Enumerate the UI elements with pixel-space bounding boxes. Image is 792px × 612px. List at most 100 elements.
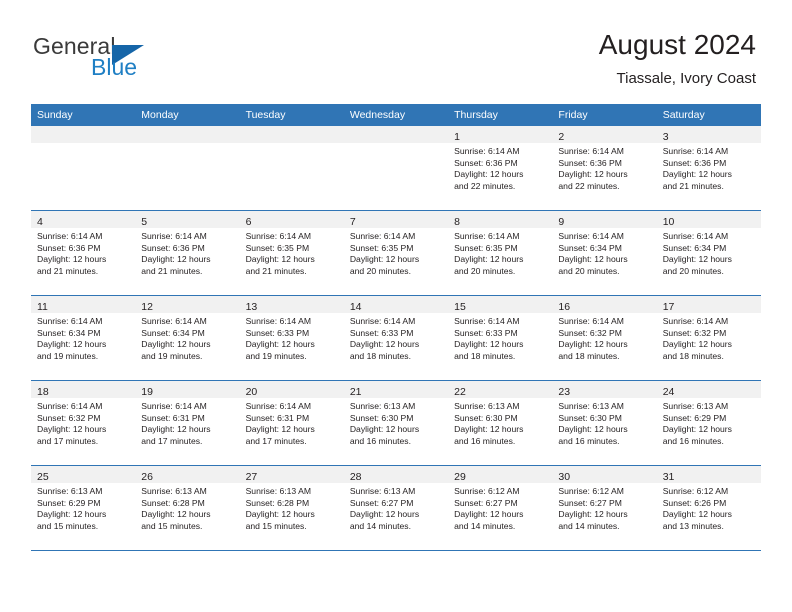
calendar-day-cell[interactable]: 9 Sunrise: 6:14 AM Sunset: 6:34 PM Daylight… bbox=[552, 210, 657, 296]
day-details: Sunrise: 6:14 AM Sunset: 6:34 PM Daylight:… bbox=[552, 228, 656, 277]
day-details: Sunrise: 6:12 AM Sunset: 6:26 PM Daylight:… bbox=[657, 483, 761, 532]
daylight-text-line2: and 13 minutes. bbox=[662, 520, 724, 531]
calendar-day-cell[interactable]: 24 Sunrise: 6:13 AM Sunset: 6:29 PM Dayligh… bbox=[656, 380, 761, 466]
day-cell: 21 Sunrise: 6:13 AM Sunset: 6:30 PM Dayligh… bbox=[343, 381, 449, 465]
daylight-text-line2: and 22 minutes. bbox=[558, 180, 620, 191]
page-header: General Blue August 2024 Tiassale, Ivory… bbox=[0, 0, 792, 100]
calendar-day-cell[interactable]: 12 Sunrise: 6:14 AM Sunset: 6:34 PM Dayligh… bbox=[135, 295, 240, 381]
calendar-day-cell[interactable]: 15 Sunrise: 6:14 AM Sunset: 6:33 PM Dayligh… bbox=[448, 295, 553, 381]
day-cell: 2 Sunrise: 6:14 AM Sunset: 6:36 PM Daylight… bbox=[552, 126, 657, 210]
weekday-header-friday: Friday bbox=[552, 104, 657, 126]
sunrise-text: Sunrise: 6:14 AM bbox=[141, 316, 207, 326]
sunrise-text: Sunrise: 6:14 AM bbox=[349, 316, 416, 326]
day-number-band: 22 bbox=[448, 381, 553, 398]
day-cell: 30 Sunrise: 6:12 AM Sunset: 6:27 PM Dayligh… bbox=[552, 466, 657, 550]
day-number-band: 12 bbox=[135, 296, 240, 313]
daylight-text-line1: Daylight: 12 hours bbox=[454, 169, 524, 180]
calendar-day-cell[interactable]: 1 Sunrise: 6:14 AM Sunset: 6:36 PM Daylight… bbox=[448, 126, 553, 211]
calendar-day-cell[interactable]: 8 Sunrise: 6:14 AM Sunset: 6:35 PM Daylight… bbox=[448, 210, 553, 296]
day-details: Sunrise: 6:13 AM Sunset: 6:30 PM Daylight:… bbox=[448, 398, 552, 447]
day-cell: 24 Sunrise: 6:13 AM Sunset: 6:29 PM Dayligh… bbox=[656, 381, 761, 465]
calendar-day-cell[interactable]: 7 Sunrise: 6:14 AM Sunset: 6:35 PM Daylight… bbox=[343, 210, 449, 296]
sunrise-text: Sunrise: 6:14 AM bbox=[37, 401, 103, 411]
calendar-day-cell[interactable]: 14 Sunrise: 6:14 AM Sunset: 6:33 PM Dayligh… bbox=[343, 295, 449, 381]
calendar-day-cell[interactable]: 10 Sunrise: 6:14 AM Sunset: 6:34 PM Dayligh… bbox=[656, 210, 761, 296]
daylight-text-line1: Daylight: 12 hours bbox=[454, 509, 524, 520]
calendar-day-cell[interactable]: 4 Sunrise: 6:14 AM Sunset: 6:36 PM Daylight… bbox=[31, 210, 136, 296]
sunset-text: Sunset: 6:33 PM bbox=[245, 327, 310, 338]
weekday-header-thursday: Thursday bbox=[448, 104, 553, 126]
daylight-text-line1: Daylight: 12 hours bbox=[454, 424, 524, 435]
calendar-day-cell[interactable]: 2 Sunrise: 6:14 AM Sunset: 6:36 PM Daylight… bbox=[552, 126, 657, 211]
general-blue-logo[interactable]: General Blue bbox=[33, 33, 213, 85]
calendar-day-cell[interactable]: 3 Sunrise: 6:14 AM Sunset: 6:36 PM Daylight… bbox=[656, 126, 761, 211]
day-details: Sunrise: 6:13 AM Sunset: 6:28 PM Daylight:… bbox=[240, 483, 344, 532]
daylight-text-line2: and 16 minutes. bbox=[558, 435, 620, 446]
sunrise-text: Sunrise: 6:13 AM bbox=[349, 486, 416, 496]
calendar-day-cell[interactable]: 11 Sunrise: 6:14 AM Sunset: 6:34 PM Dayligh… bbox=[31, 295, 136, 381]
calendar-day-cell[interactable]: 27 Sunrise: 6:13 AM Sunset: 6:28 PM Dayligh… bbox=[239, 465, 344, 551]
sunset-text: Sunset: 6:27 PM bbox=[349, 497, 414, 508]
calendar-day-cell[interactable]: 29 Sunrise: 6:12 AM Sunset: 6:27 PM Dayligh… bbox=[448, 465, 553, 551]
calendar-day-cell[interactable]: 19 Sunrise: 6:14 AM Sunset: 6:31 PM Dayligh… bbox=[135, 380, 240, 466]
day-details: Sunrise: 6:14 AM Sunset: 6:35 PM Daylight:… bbox=[448, 228, 552, 277]
daylight-text-line1: Daylight: 12 hours bbox=[37, 254, 107, 265]
calendar-day-cell[interactable]: 22 Sunrise: 6:13 AM Sunset: 6:30 PM Dayligh… bbox=[448, 380, 553, 466]
calendar-day-cell[interactable]: 25 Sunrise: 6:13 AM Sunset: 6:29 PM Dayligh… bbox=[31, 465, 136, 551]
calendar-day-cell[interactable]: 30 Sunrise: 6:12 AM Sunset: 6:27 PM Dayligh… bbox=[552, 465, 657, 551]
calendar-day-cell[interactable]: 26 Sunrise: 6:13 AM Sunset: 6:28 PM Dayligh… bbox=[135, 465, 240, 551]
daylight-text-line1: Daylight: 12 hours bbox=[37, 509, 107, 520]
calendar-day-cell[interactable]: 31 Sunrise: 6:12 AM Sunset: 6:26 PM Dayligh… bbox=[656, 465, 761, 551]
day-cell: 28 Sunrise: 6:13 AM Sunset: 6:27 PM Dayligh… bbox=[343, 466, 449, 550]
day-details: Sunrise: 6:12 AM Sunset: 6:27 PM Daylight:… bbox=[448, 483, 552, 532]
day-cell: 8 Sunrise: 6:14 AM Sunset: 6:35 PM Daylight… bbox=[448, 211, 553, 295]
day-number: 27 bbox=[245, 471, 258, 483]
sunrise-text: Sunrise: 6:14 AM bbox=[245, 316, 312, 326]
sunset-text: Sunset: 6:31 PM bbox=[141, 412, 205, 423]
daylight-text-line2: and 20 minutes. bbox=[454, 265, 516, 276]
sunset-text: Sunset: 6:33 PM bbox=[349, 327, 414, 338]
day-number-band: 4 bbox=[31, 211, 136, 228]
day-number-band: 2 bbox=[552, 126, 657, 143]
calendar-day-cell[interactable]: 17 Sunrise: 6:14 AM Sunset: 6:32 PM Dayligh… bbox=[656, 295, 761, 381]
calendar-header-row: Sunday Monday Tuesday Wednesday Thursday… bbox=[31, 104, 761, 126]
daylight-text-line1: Daylight: 12 hours bbox=[245, 339, 315, 350]
sunrise-text: Sunrise: 6:13 AM bbox=[245, 486, 312, 496]
daylight-text-line1: Daylight: 12 hours bbox=[558, 254, 628, 265]
calendar-day-cell[interactable]: 23 Sunrise: 6:13 AM Sunset: 6:30 PM Dayligh… bbox=[552, 380, 657, 466]
calendar-day-cell[interactable]: 5 Sunrise: 6:14 AM Sunset: 6:36 PM Daylight… bbox=[135, 210, 240, 296]
calendar-day-cell[interactable]: 13 Sunrise: 6:14 AM Sunset: 6:33 PM Dayligh… bbox=[239, 295, 344, 381]
day-number-band: 13 bbox=[239, 296, 344, 313]
sunrise-text: Sunrise: 6:12 AM bbox=[558, 486, 624, 496]
calendar-day-cell[interactable]: 28 Sunrise: 6:13 AM Sunset: 6:27 PM Dayligh… bbox=[343, 465, 449, 551]
day-number: 12 bbox=[141, 301, 153, 313]
day-number: 31 bbox=[662, 471, 675, 483]
calendar-day-cell[interactable]: 18 Sunrise: 6:14 AM Sunset: 6:32 PM Dayligh… bbox=[31, 380, 136, 466]
day-details: Sunrise: 6:14 AM Sunset: 6:31 PM Daylight:… bbox=[240, 398, 344, 447]
sunset-text: Sunset: 6:34 PM bbox=[662, 242, 727, 253]
daylight-text-line1: Daylight: 12 hours bbox=[245, 424, 315, 435]
calendar-body: 1 Sunrise: 6:14 AM Sunset: 6:36 PM Daylight… bbox=[31, 126, 761, 551]
day-number-band: 3 bbox=[656, 126, 761, 143]
day-details: Sunrise: 6:14 AM Sunset: 6:36 PM Daylight:… bbox=[31, 228, 135, 277]
calendar-day-cell[interactable]: 20 Sunrise: 6:14 AM Sunset: 6:31 PM Dayligh… bbox=[239, 380, 344, 466]
sunrise-text: Sunrise: 6:13 AM bbox=[558, 401, 624, 411]
day-number-band: 24 bbox=[656, 381, 761, 398]
day-cell: 25 Sunrise: 6:13 AM Sunset: 6:29 PM Dayligh… bbox=[31, 466, 136, 550]
day-number: 19 bbox=[141, 386, 153, 398]
calendar-day-cell[interactable]: 16 Sunrise: 6:14 AM Sunset: 6:32 PM Dayligh… bbox=[552, 295, 657, 381]
daylight-text-line2: and 17 minutes. bbox=[37, 435, 99, 446]
day-number: 17 bbox=[662, 301, 675, 313]
calendar-week-row: 11 Sunrise: 6:14 AM Sunset: 6:34 PM Dayligh… bbox=[31, 295, 761, 381]
day-cell: 9 Sunrise: 6:14 AM Sunset: 6:34 PM Daylight… bbox=[552, 211, 657, 295]
day-details: Sunrise: 6:14 AM Sunset: 6:33 PM Daylight:… bbox=[240, 313, 344, 362]
calendar-day-cell[interactable]: 6 Sunrise: 6:14 AM Sunset: 6:35 PM Daylight… bbox=[239, 210, 344, 296]
day-number: 1 bbox=[454, 131, 460, 143]
day-number-band: 5 bbox=[135, 211, 240, 228]
calendar-table: Sunday Monday Tuesday Wednesday Thursday… bbox=[31, 104, 761, 551]
calendar-day-cell[interactable]: 21 Sunrise: 6:13 AM Sunset: 6:30 PM Dayligh… bbox=[343, 380, 449, 466]
day-cell-empty bbox=[135, 126, 240, 210]
daylight-text-line2: and 17 minutes. bbox=[141, 435, 203, 446]
daylight-text-line2: and 20 minutes. bbox=[349, 265, 411, 276]
day-cell: 18 Sunrise: 6:14 AM Sunset: 6:32 PM Dayligh… bbox=[31, 381, 136, 465]
